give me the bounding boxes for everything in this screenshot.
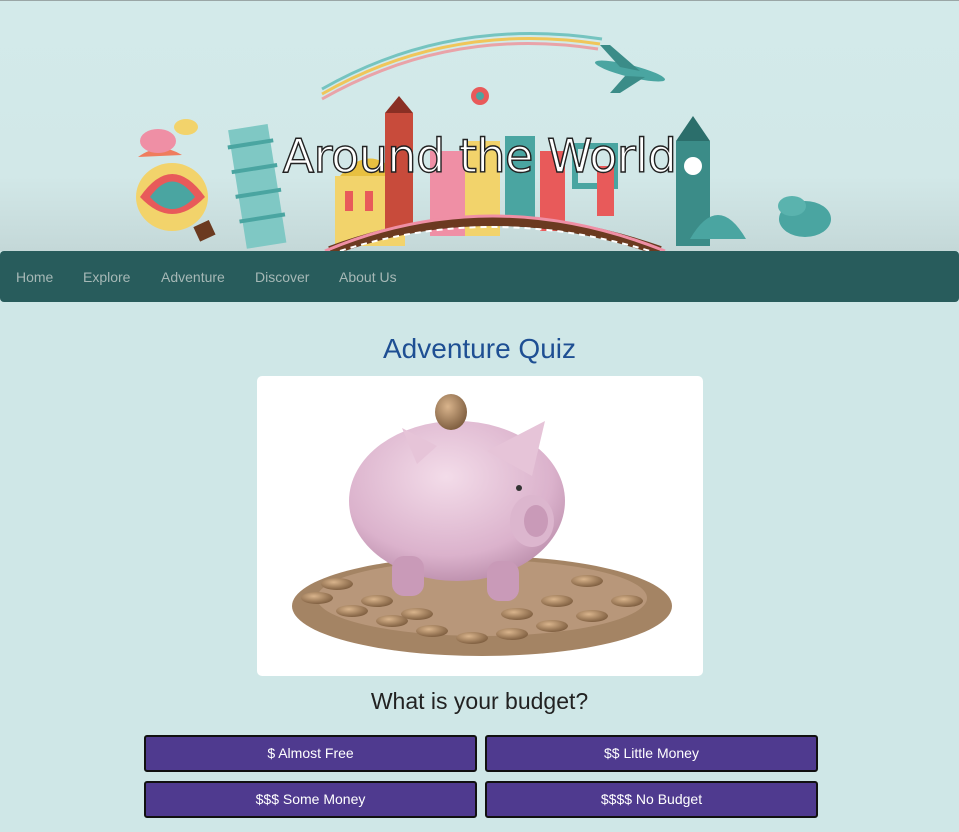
airplane-icon: [595, 45, 665, 93]
nav-adventure[interactable]: Adventure: [161, 269, 225, 285]
piggy-bank-icon: [292, 394, 672, 656]
main-navbar: Home Explore Adventure Discover About Us: [0, 251, 959, 302]
quiz-image: [257, 376, 703, 676]
quiz-title: Adventure Quiz: [383, 333, 576, 364]
site-title: Around the World: [282, 128, 677, 183]
quiz-question: What is your budget?: [370, 688, 589, 714]
world-landmarks-illustration: [136, 32, 831, 251]
nav-discover[interactable]: Discover: [255, 269, 309, 285]
nav-explore[interactable]: Explore: [83, 269, 130, 285]
nav-about-us[interactable]: About Us: [339, 269, 397, 285]
budget-option-no-budget[interactable]: $$$$ No Budget: [485, 781, 818, 818]
budget-option-little-money[interactable]: $$ Little Money: [485, 735, 818, 772]
budget-option-almost-free[interactable]: $ Almost Free: [144, 735, 477, 772]
budget-option-some-money[interactable]: $$$ Some Money: [144, 781, 477, 818]
header-banner: Around the World: [0, 1, 959, 251]
nav-home[interactable]: Home: [16, 269, 53, 285]
